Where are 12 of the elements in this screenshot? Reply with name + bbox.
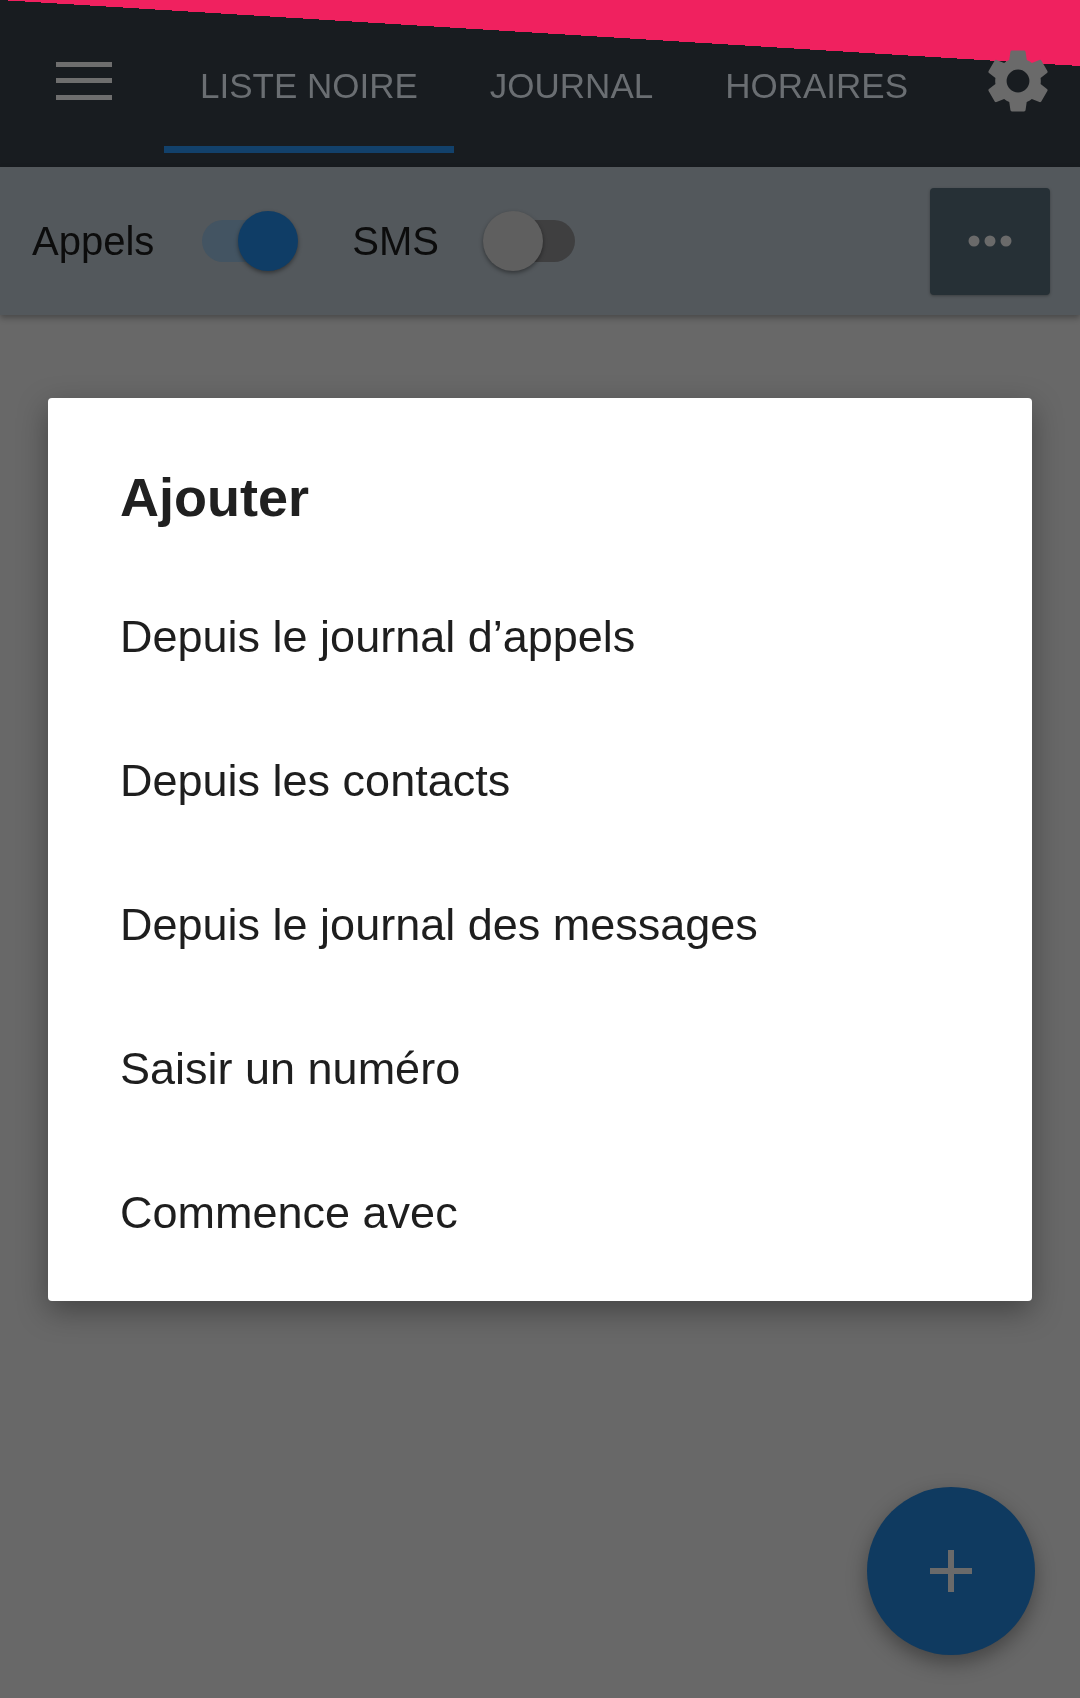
dialog-title: Ajouter <box>120 466 310 529</box>
more-button[interactable] <box>930 187 1050 295</box>
menu-item[interactable]: Commence avec <box>120 1188 960 1332</box>
menu-item[interactable]: Depuis les contacts <box>120 756 960 900</box>
filter-label: SMS <box>352 218 439 264</box>
menu-item[interactable]: Depuis le journal d’appels <box>120 612 960 756</box>
menu-icon[interactable] <box>56 61 112 100</box>
plus-icon <box>930 1550 972 1592</box>
menu-item[interactable]: Depuis le journal des messages <box>120 900 960 1044</box>
filter-label: Appels <box>32 218 155 264</box>
more-icon <box>967 235 1013 247</box>
menu-item[interactable]: Saisir un numéro <box>120 1044 960 1188</box>
